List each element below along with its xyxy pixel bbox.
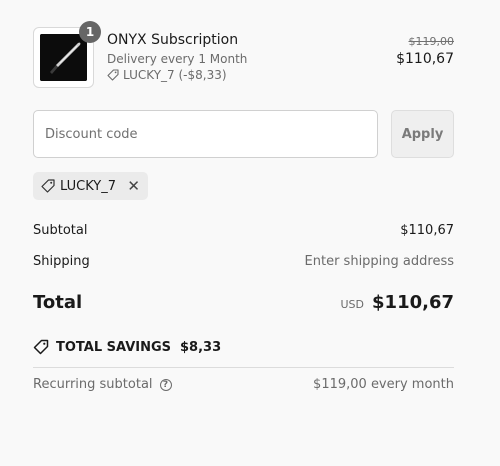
help-icon[interactable]: ? [159,378,172,391]
discount-chip: LUCKY_7 ✕ [33,172,148,200]
tag-icon [41,179,55,193]
subtotal-value: $110,67 [400,223,454,238]
total-row: Total USD $110,67 [33,292,454,318]
divider [33,367,454,368]
quantity-badge: 1 [79,21,101,43]
apply-button[interactable]: Apply [391,110,454,158]
discount-code-input[interactable] [33,110,378,158]
total-savings: TOTAL SAVINGS $8,33 [33,339,221,355]
line-item: 1 ONYX Subscription Delivery every 1 Mon… [33,21,455,89]
savings-label: TOTAL SAVINGS [56,339,172,355]
applied-discount: LUCKY_7 (-$8,33) [107,68,227,82]
discount-form: Apply [33,110,454,158]
discount-chip-label: LUCKY_7 [60,178,116,194]
applied-discount-text: LUCKY_7 (-$8,33) [123,68,227,82]
tag-icon [33,339,49,355]
recurring-label: Recurring subtotal [33,377,153,392]
currency-code: USD [340,298,365,311]
close-icon[interactable]: ✕ [127,177,140,195]
recurring-value: $119,00 every month [313,377,454,392]
shipping-value: Enter shipping address [304,254,454,269]
product-name: ONYX Subscription [107,32,239,48]
shipping-label: Shipping [33,254,90,269]
original-price: $119,00 [408,35,455,48]
savings-value: $8,33 [180,339,222,355]
total-value: $110,67 [372,292,454,313]
delivery-frequency: Delivery every 1 Month [107,52,248,66]
total-label: Total [33,292,83,313]
current-price: $110,67 [396,51,454,67]
subtotal-label: Subtotal [33,223,88,238]
knife-product-image [40,34,87,81]
tag-icon [107,69,119,81]
